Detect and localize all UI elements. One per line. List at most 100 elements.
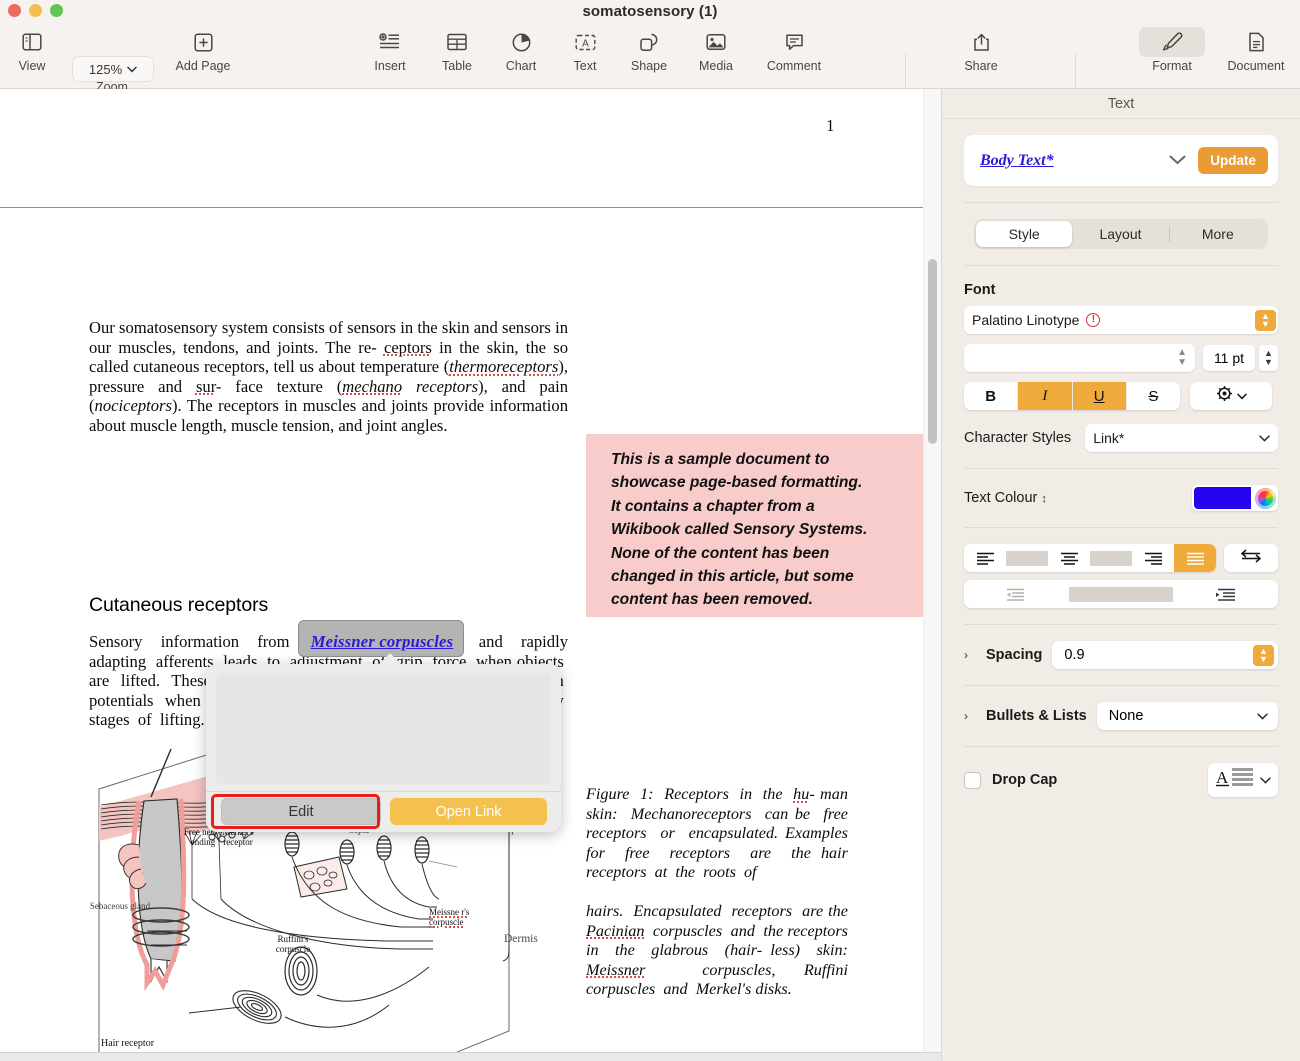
bullets-lists-row: › Bullets & Lists None bbox=[964, 702, 1278, 730]
update-style-button[interactable]: Update bbox=[1198, 147, 1268, 174]
character-styles-select[interactable]: Link* bbox=[1085, 424, 1278, 452]
figure-caption[interactable]: Figure 1: Receptors in the hu- man skin:… bbox=[586, 785, 852, 1000]
font-style-toggles: B I U S bbox=[964, 382, 1180, 410]
typeface-select[interactable]: ▲ ▼ bbox=[964, 344, 1195, 372]
chevron-right-icon-2[interactable]: › bbox=[964, 709, 976, 723]
tab-style[interactable]: Style bbox=[976, 221, 1073, 247]
toolbar-button-shape[interactable]: Shape bbox=[617, 26, 681, 86]
drop-cap-checkbox[interactable] bbox=[964, 771, 981, 789]
toolbar-button-chart[interactable]: Chart bbox=[489, 26, 553, 86]
font-size-control[interactable]: 11 pt ▲ ▼ bbox=[1203, 344, 1278, 372]
font-size-value[interactable]: 11 pt bbox=[1203, 345, 1255, 371]
text-colour-swatch[interactable] bbox=[1194, 487, 1252, 509]
chevron-down-icon bbox=[1260, 776, 1271, 784]
toolbar-button-media[interactable]: Media bbox=[684, 26, 748, 86]
toolbar-button-comment[interactable]: Comment bbox=[746, 26, 842, 86]
toolbar-label-format: Format bbox=[1152, 59, 1192, 73]
section-heading[interactable]: Cutaneous receptors bbox=[89, 594, 268, 617]
divider-5 bbox=[964, 624, 1278, 625]
chevron-right-icon[interactable]: › bbox=[964, 648, 976, 662]
pink-sample-note[interactable]: This is a sample document to showcase pa… bbox=[586, 434, 923, 617]
bold-toggle[interactable]: B bbox=[964, 382, 1019, 410]
toolbar-button-view[interactable]: View bbox=[0, 26, 64, 86]
toolbar-label-insert: Insert bbox=[374, 59, 406, 73]
toolbar-button-format[interactable]: Format bbox=[1124, 26, 1220, 86]
toolbar: somatosensory (1) View 125% Zoom Add Pag… bbox=[0, 0, 1300, 114]
figure-caption-part-1: Figure 1: Receptors in the hu- man skin:… bbox=[586, 785, 852, 882]
paragraph-style-name[interactable]: Body Text* bbox=[980, 152, 1169, 170]
divider-3 bbox=[964, 468, 1278, 469]
typeface-stepper-icon[interactable]: ▲ ▼ bbox=[1177, 348, 1187, 368]
divider-4 bbox=[964, 527, 1278, 528]
align-center-button[interactable] bbox=[1048, 544, 1090, 572]
paragraph-style-box[interactable]: Body Text* Update bbox=[964, 135, 1278, 186]
chevron-down-icon[interactable] bbox=[1169, 152, 1186, 169]
tab-layout[interactable]: Layout bbox=[1072, 221, 1168, 247]
open-link-button[interactable]: Open Link bbox=[390, 798, 547, 825]
bullets-lists-label: Bullets & Lists bbox=[986, 708, 1087, 724]
page-number: 1 bbox=[826, 116, 835, 135]
increase-indent-button[interactable] bbox=[1173, 580, 1278, 608]
toolbar-label-text: Text bbox=[573, 59, 597, 73]
font-missing-warning-icon[interactable]: ! bbox=[1086, 313, 1101, 327]
vertical-scrollbar-track[interactable] bbox=[925, 89, 941, 1061]
chevron-down-icon bbox=[1236, 393, 1247, 399]
text-colour-picker[interactable] bbox=[1192, 485, 1278, 511]
indent-group bbox=[964, 580, 1278, 608]
font-family-stepper[interactable]: ▲ ▼ bbox=[1255, 309, 1276, 331]
character-styles-label: Character Styles bbox=[964, 430, 1072, 446]
comment-icon bbox=[785, 26, 804, 58]
edit-button-focus-ring bbox=[211, 794, 380, 829]
figure-label-sebaceous-gland: Sebaceous gland bbox=[89, 901, 151, 911]
align-right-button[interactable] bbox=[1132, 544, 1174, 572]
italic-toggle[interactable]: I bbox=[1018, 382, 1073, 410]
horizontal-scrollbar-track[interactable] bbox=[0, 1052, 941, 1061]
tab-more[interactable]: More bbox=[1170, 221, 1266, 247]
strikethrough-toggle[interactable]: S bbox=[1126, 382, 1180, 410]
toolbar-button-document[interactable]: Document bbox=[1208, 26, 1300, 86]
document-canvas[interactable]: 1 Our somatosensory system consists of s… bbox=[0, 89, 941, 1061]
decrease-indent-button[interactable] bbox=[964, 580, 1069, 608]
link-selection-text[interactable]: Meissner corpuscles bbox=[304, 632, 460, 652]
text-box-icon: A bbox=[575, 26, 596, 58]
text-direction-button[interactable] bbox=[1224, 544, 1278, 572]
toolbar-button-share[interactable]: Share bbox=[949, 26, 1013, 86]
toolbar-label-media: Media bbox=[698, 59, 734, 73]
document-icon bbox=[1248, 26, 1265, 58]
figure-label-dermis: Dermis bbox=[504, 933, 538, 945]
toolbar-button-insert[interactable]: Insert bbox=[358, 26, 422, 86]
chevron-down-icon bbox=[1257, 712, 1268, 720]
vertical-scrollbar-thumb[interactable] bbox=[928, 259, 937, 444]
bullets-lists-select[interactable]: None bbox=[1096, 702, 1278, 730]
toolbar-label-comment: Comment bbox=[766, 59, 822, 73]
align-left-button[interactable] bbox=[964, 544, 1006, 572]
table-icon bbox=[447, 26, 467, 58]
align-justify-button[interactable] bbox=[1174, 544, 1216, 572]
spacing-stepper[interactable]: ▲ ▼ bbox=[1253, 644, 1274, 666]
divider-7 bbox=[964, 746, 1278, 747]
font-family-select[interactable]: Palatino Linotype ! ▲ ▼ bbox=[964, 306, 1278, 334]
font-size-stepper[interactable]: ▲ ▼ bbox=[1259, 345, 1278, 371]
toolbar-label-add-page: Add Page bbox=[175, 59, 231, 73]
link-url-field[interactable] bbox=[216, 673, 551, 785]
body-paragraph-1[interactable]: Our somatosensory system consists of sen… bbox=[89, 318, 568, 436]
toolbar-label-shape: Shape bbox=[630, 59, 668, 73]
insert-icon bbox=[379, 26, 401, 58]
spacing-field[interactable]: 0.9 ▲ ▼ bbox=[1052, 641, 1278, 669]
updown-icon[interactable]: ↕ bbox=[1041, 493, 1047, 505]
toolbar-button-table[interactable]: Table bbox=[425, 26, 489, 86]
media-icon bbox=[706, 26, 726, 58]
toolbar-button-text[interactable]: A Text bbox=[553, 26, 617, 86]
toolbar-button-add-page[interactable]: Add Page bbox=[155, 26, 251, 86]
svg-text:A: A bbox=[582, 38, 589, 49]
format-inspector-panel: Text Body Text* Update Style Layout More… bbox=[941, 89, 1300, 1061]
drop-cap-style-button[interactable]: A bbox=[1208, 763, 1278, 797]
popover-divider bbox=[206, 791, 561, 792]
popover-arrow bbox=[378, 653, 402, 665]
sidebar-icon bbox=[22, 26, 42, 58]
underline-toggle[interactable]: U bbox=[1072, 382, 1127, 410]
colour-wheel-icon[interactable] bbox=[1255, 487, 1276, 509]
font-options-button[interactable] bbox=[1190, 382, 1272, 410]
spacing-value: 0.9 bbox=[1064, 647, 1085, 663]
chevron-down-icon bbox=[1259, 434, 1270, 442]
